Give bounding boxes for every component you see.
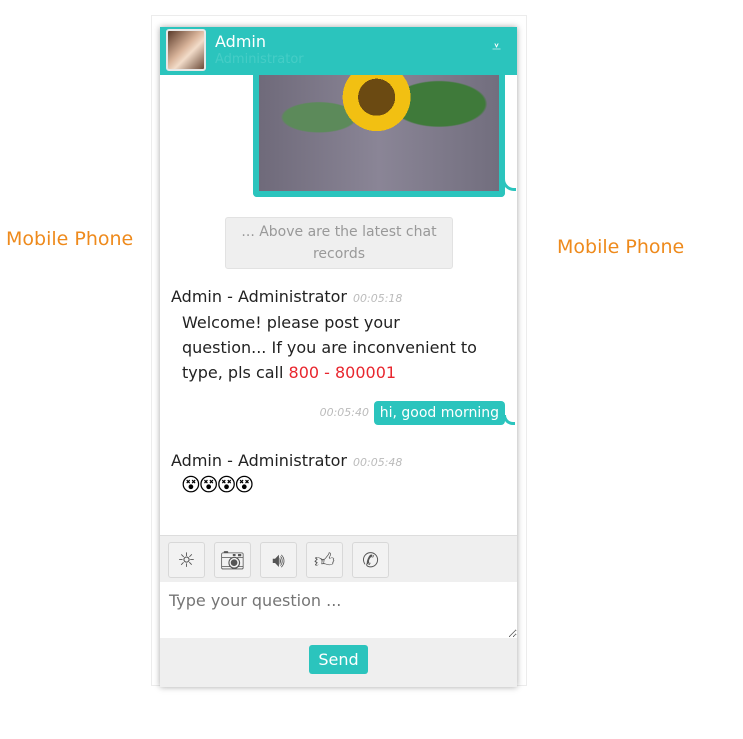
phone-icon[interactable]: ✆	[352, 542, 389, 578]
phone-number-link[interactable]: 800 - 800001	[289, 363, 397, 382]
mobile-phone-label-right: Mobile Phone	[557, 236, 685, 258]
toolbar: ☼ 📷︎ 🔊︎ 👍︎ ✆	[160, 535, 517, 582]
camera-icon[interactable]: 📷︎	[214, 542, 251, 578]
avatar	[166, 29, 206, 71]
timestamp: 00:05:40	[319, 406, 369, 419]
sender: Admin - Administrator	[171, 287, 348, 306]
audio-icon[interactable]: 🔊︎	[260, 542, 297, 578]
mobile-phone-label-left: Mobile Phone	[6, 228, 134, 250]
sunflower-image-message[interactable]	[253, 57, 505, 197]
footer: Send	[160, 638, 517, 687]
minimize-icon[interactable]: ⩡	[492, 37, 501, 57]
thumbs-up-icon[interactable]: 👍︎	[306, 542, 343, 578]
question-input[interactable]	[160, 582, 517, 638]
sender: Admin - Administrator	[171, 451, 348, 470]
send-button[interactable]: Send	[309, 645, 368, 674]
emoji-message: 😵😵😵😵	[181, 474, 254, 496]
user-message: hi, good morning	[373, 401, 505, 425]
emoji-icon[interactable]: ☼	[168, 542, 205, 578]
agent-role: Administrator	[215, 52, 304, 67]
bubble-tail	[503, 415, 515, 425]
message-header: Admin - Administrator 00:05:18	[171, 287, 402, 306]
timestamp: 00:05:48	[353, 456, 403, 469]
timestamp: 00:05:18	[353, 292, 403, 305]
chat-panel: Admin Administrator ⩡ ... Above are the …	[160, 27, 517, 687]
message-header: Admin - Administrator 00:05:48	[171, 451, 402, 470]
chat-header: Admin Administrator ⩡	[160, 27, 517, 75]
message-text: Welcome! please post your question... If…	[182, 310, 482, 385]
history-notice[interactable]: ... Above are the latest chat records	[225, 217, 453, 269]
agent-name: Admin	[215, 32, 266, 51]
